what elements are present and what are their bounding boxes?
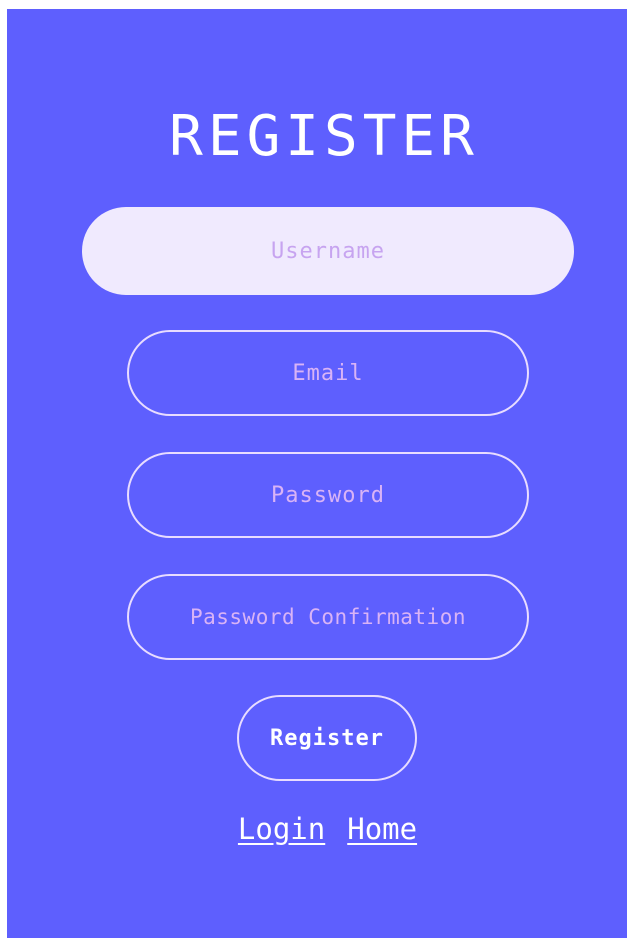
username-input[interactable] bbox=[82, 207, 574, 295]
register-panel: REGISTER Register Login Home bbox=[7, 9, 627, 938]
register-button[interactable]: Register bbox=[237, 695, 417, 781]
page-title: REGISTER bbox=[169, 104, 479, 169]
nav-links: Login Home bbox=[7, 809, 627, 849]
home-link[interactable]: Home bbox=[347, 809, 417, 849]
login-link[interactable]: Login bbox=[238, 809, 325, 849]
password-input[interactable] bbox=[127, 452, 529, 538]
password-confirmation-input[interactable] bbox=[127, 574, 529, 660]
email-input[interactable] bbox=[127, 330, 529, 416]
